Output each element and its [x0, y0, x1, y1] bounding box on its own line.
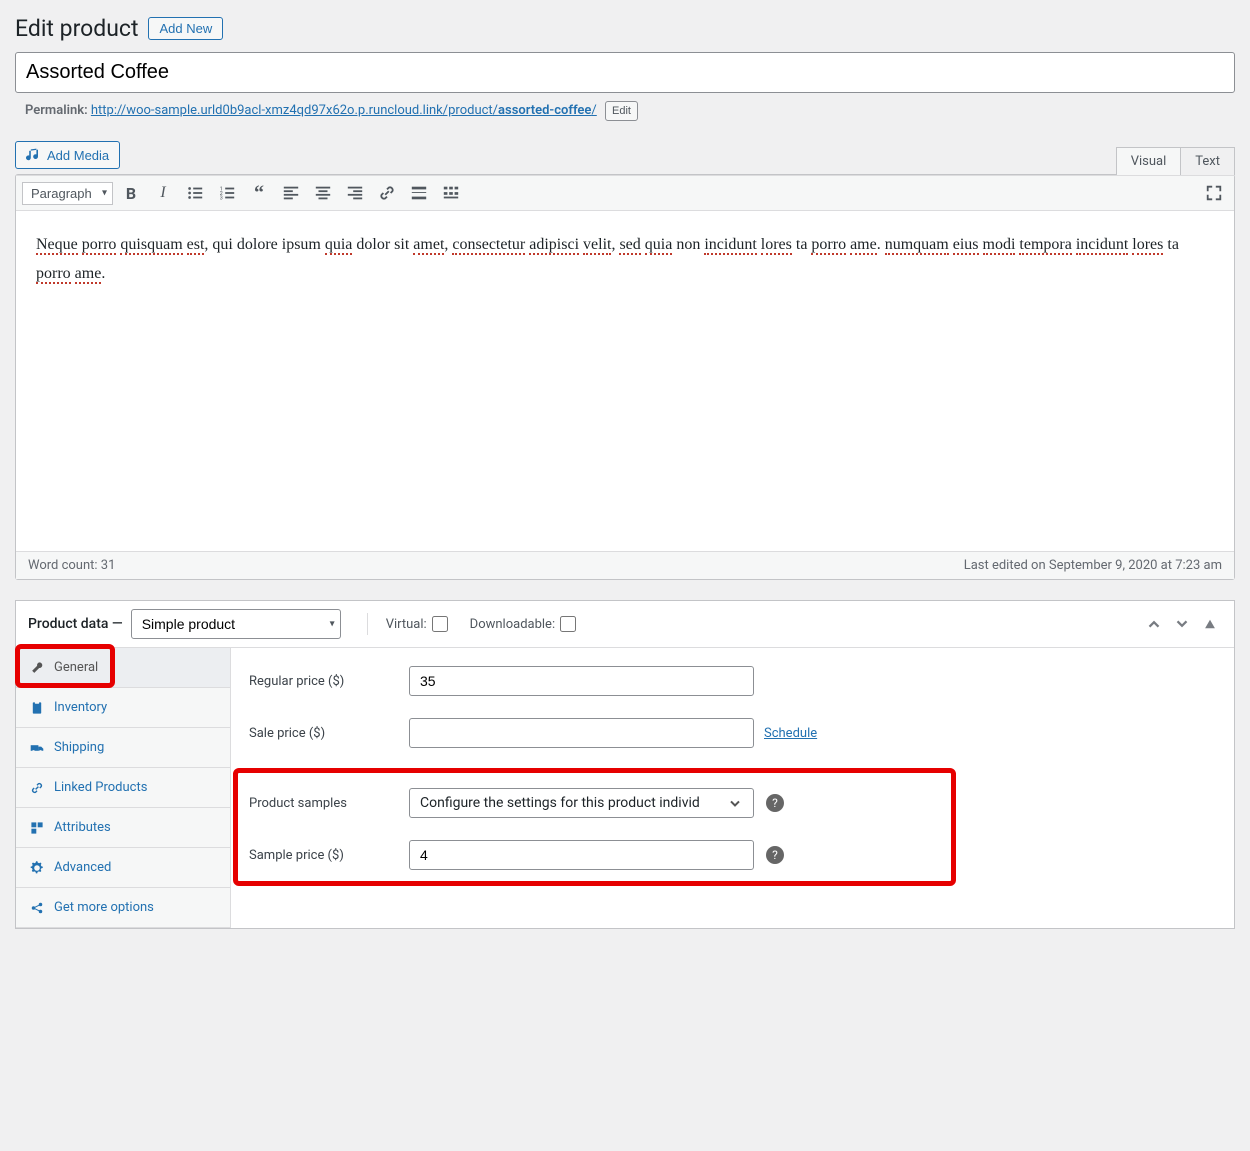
word-count: Word count: 31 [28, 558, 115, 573]
align-right-icon[interactable] [341, 179, 369, 207]
permalink-link[interactable]: http://woo-sample.urld0b9acl-xmz4qd97x62… [91, 103, 597, 118]
sample-price-label: Sample price ($) [249, 848, 409, 863]
product-samples-select[interactable]: Configure the settings for this product … [409, 788, 754, 818]
gear-icon [30, 861, 46, 875]
link-icon[interactable] [373, 179, 401, 207]
panel-collapse-icon[interactable] [1198, 612, 1222, 636]
schedule-link[interactable]: Schedule [764, 726, 817, 741]
share-icon [30, 901, 46, 915]
truck-icon [30, 741, 46, 755]
svg-text:3: 3 [220, 195, 223, 201]
align-left-icon[interactable] [277, 179, 305, 207]
link-icon [30, 781, 46, 795]
sale-price-input[interactable] [409, 718, 754, 748]
add-new-button[interactable]: Add New [148, 17, 223, 40]
attributes-icon [30, 821, 46, 835]
music-note-icon [26, 147, 42, 163]
tab-visual[interactable]: Visual [1116, 147, 1182, 175]
tab-text[interactable]: Text [1180, 147, 1235, 175]
tab-get-more[interactable]: Get more options [16, 888, 230, 928]
clipboard-icon [30, 701, 46, 715]
product-title-input[interactable] [15, 52, 1235, 93]
permalink-edit-button[interactable]: Edit [605, 101, 638, 121]
tab-advanced[interactable]: Advanced [16, 848, 230, 888]
last-edited: Last edited on September 9, 2020 at 7:23… [964, 558, 1222, 573]
downloadable-label: Downloadable: [470, 617, 555, 632]
format-select[interactable]: Paragraph [22, 182, 113, 205]
numbered-list-icon[interactable]: 123 [213, 179, 241, 207]
product-samples-label: Product samples [249, 796, 409, 811]
sample-price-input[interactable] [409, 840, 754, 870]
fullscreen-icon[interactable] [1200, 179, 1228, 207]
virtual-label: Virtual: [386, 617, 427, 632]
help-icon[interactable]: ? [766, 794, 784, 812]
blockquote-icon[interactable]: “ [245, 179, 273, 207]
tab-general[interactable]: General [16, 648, 230, 688]
tab-linked-products[interactable]: Linked Products [16, 768, 230, 808]
regular-price-label: Regular price ($) [249, 674, 409, 689]
tab-attributes[interactable]: Attributes [16, 808, 230, 848]
sale-price-label: Sale price ($) [249, 726, 409, 741]
align-center-icon[interactable] [309, 179, 337, 207]
regular-price-input[interactable] [409, 666, 754, 696]
editor-toolbar: Paragraph B I 123 “ [16, 175, 1234, 211]
wrench-icon [30, 661, 46, 675]
product-data-label: Product data — [28, 616, 123, 632]
bold-icon[interactable]: B [117, 179, 145, 207]
virtual-checkbox[interactable] [432, 616, 448, 632]
read-more-icon[interactable] [405, 179, 433, 207]
panel-up-icon[interactable] [1142, 612, 1166, 636]
page-title: Edit product [15, 15, 138, 42]
product-type-select[interactable]: Simple product [131, 609, 341, 639]
help-icon[interactable]: ? [766, 846, 784, 864]
downloadable-checkbox[interactable] [560, 616, 576, 632]
italic-icon[interactable]: I [149, 179, 177, 207]
toolbar-toggle-icon[interactable] [437, 179, 465, 207]
permalink-label: Permalink: [25, 103, 88, 118]
tab-shipping[interactable]: Shipping [16, 728, 230, 768]
bullet-list-icon[interactable] [181, 179, 209, 207]
add-media-button[interactable]: Add Media [15, 141, 120, 169]
panel-down-icon[interactable] [1170, 612, 1194, 636]
editor-content[interactable]: Neque porro quisquam est, qui dolore ips… [16, 211, 1234, 551]
tab-inventory[interactable]: Inventory [16, 688, 230, 728]
permalink-row: Permalink: http://woo-sample.urld0b9acl-… [15, 101, 1235, 121]
